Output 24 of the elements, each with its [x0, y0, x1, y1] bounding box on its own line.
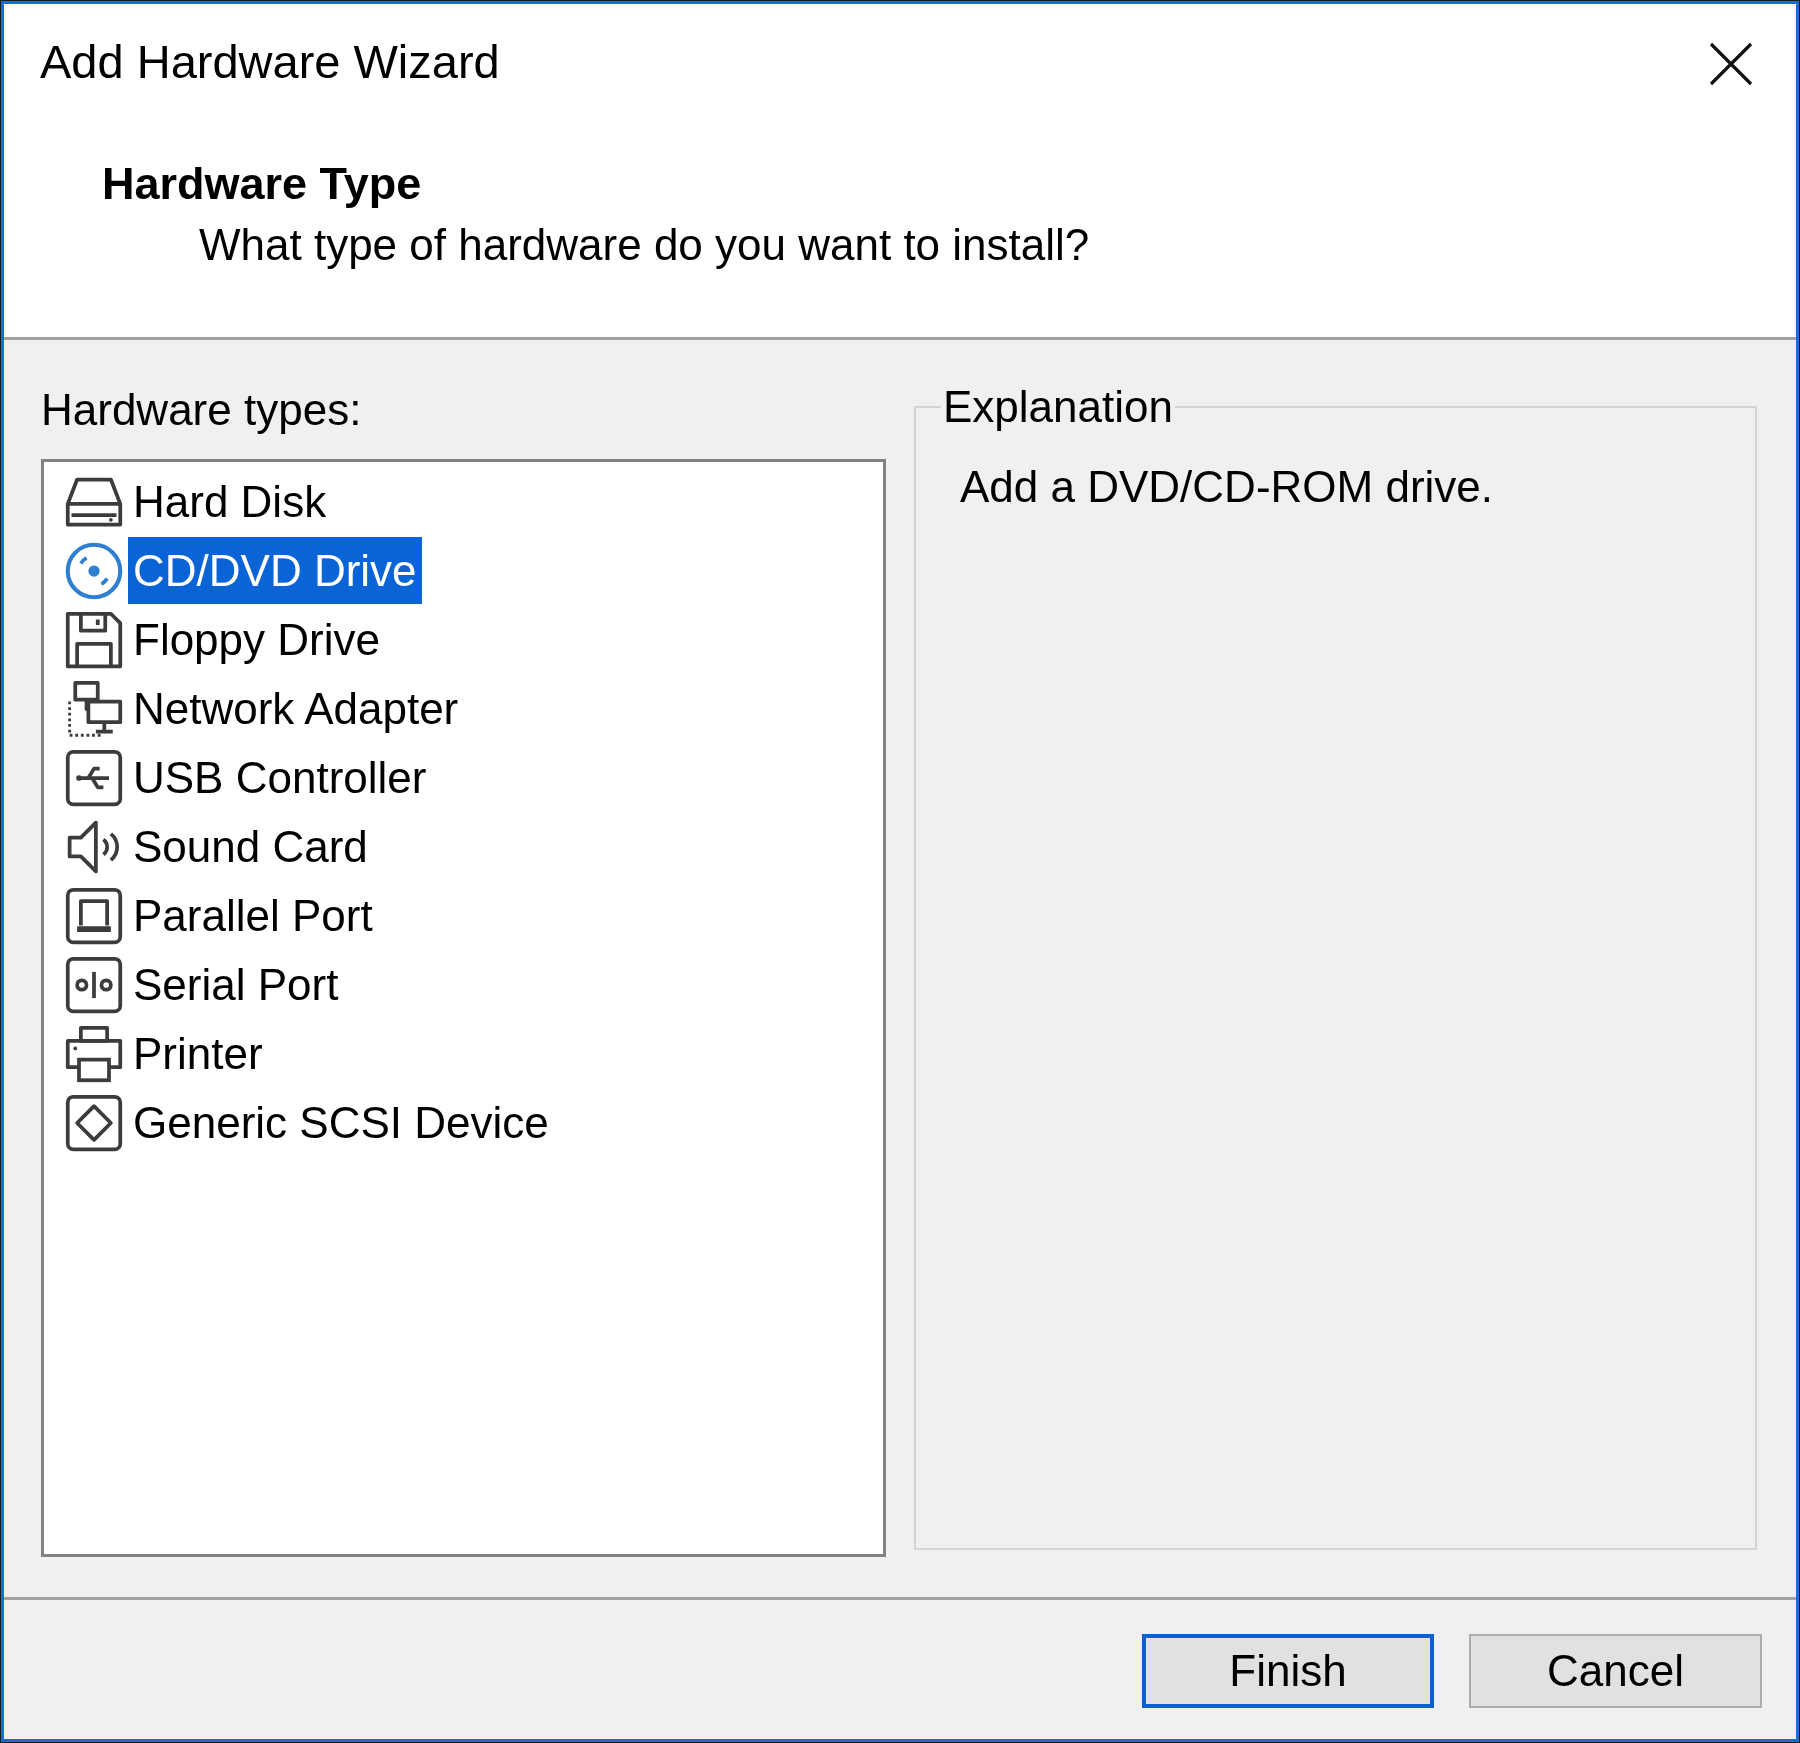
list-item[interactable]: Hard Disk [128, 468, 332, 535]
serial-port-icon [64, 954, 124, 1015]
usb-icon [64, 747, 124, 808]
list-item[interactable]: Printer [128, 1020, 268, 1087]
close-icon [1709, 42, 1753, 86]
list-item[interactable]: Generic SCSI Device [128, 1089, 554, 1156]
list-item[interactable]: Floppy Drive [128, 606, 385, 673]
list-item[interactable]: USB Controller [128, 744, 432, 811]
dialog-button[interactable]: Cancel [1469, 1634, 1762, 1708]
list-item[interactable]: Network Adapter [128, 675, 464, 742]
printer-icon [64, 1023, 124, 1084]
window-title: Add Hardware Wizard [40, 34, 500, 90]
list-item[interactable]: Parallel Port [128, 882, 378, 949]
disc-icon [64, 540, 124, 601]
page-heading: Hardware Type [102, 157, 422, 211]
page-subtitle: What type of hardware do you want to install? [199, 219, 1090, 271]
dialog-button[interactable]: Finish [1142, 1634, 1434, 1708]
list-item[interactable]: CD/DVD Drive [128, 537, 422, 604]
list-label: Hardware types: [41, 386, 362, 434]
port-icon [64, 885, 124, 946]
list-item[interactable]: Serial Port [128, 951, 344, 1018]
group-legend: Explanation [941, 383, 1175, 431]
list-item[interactable]: Sound Card [128, 813, 373, 880]
explanation-text: Add a DVD/CD-ROM drive. [960, 461, 1493, 513]
